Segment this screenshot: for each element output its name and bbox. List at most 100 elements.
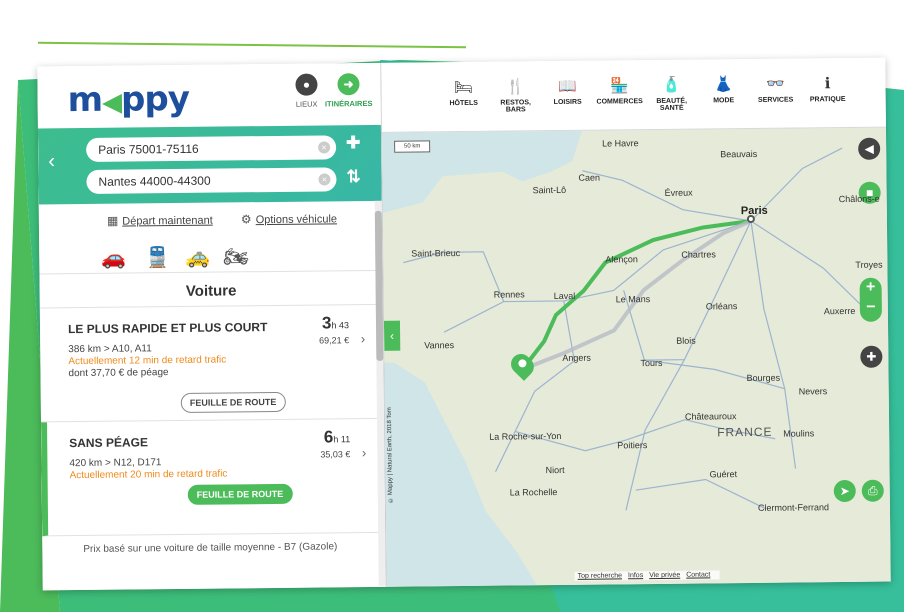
category-bottle[interactable]: 🧴 BEAUTÉ, SANTÉ — [647, 76, 695, 113]
roadmap-button-fastest[interactable]: FEUILLE DE ROUTE — [180, 391, 286, 413]
swap-route-icon[interactable]: ⇅ — [346, 167, 360, 187]
city-label: Bourges — [746, 372, 781, 384]
bottle-icon: 🧴 — [662, 76, 681, 94]
city-label: La Roche-sur-Yon — [489, 430, 562, 442]
logo-text-suffix: ppy — [120, 78, 190, 120]
glasses-icon: 👓 — [766, 75, 785, 93]
chevron-right-icon[interactable]: › — [362, 445, 367, 460]
city-label: Le Havre — [602, 138, 639, 149]
city-label: Orléans — [705, 301, 738, 312]
chevron-right-icon[interactable]: › — [361, 331, 366, 346]
map-footer-link[interactable]: Contact — [686, 571, 710, 578]
logo-text-m: m — [67, 79, 103, 121]
options-row: ▦ Départ maintenant ⚙ Options véhicule — [39, 201, 382, 235]
add-stop-icon[interactable]: ✚ — [346, 133, 360, 153]
sidebar: m◀ppy ● LIEUX ➜ ITINÉRAIRES ‹ × × ✚ ⇅ ▦D… — [37, 62, 387, 591]
category-book[interactable]: 📖 LOISIRS — [543, 77, 591, 107]
destination-input[interactable] — [86, 167, 337, 194]
map-panel: 🛏 HÔTELS 🍴 RESTOS, BARS 📖 LOISIRS 🏪 COMMERCES 🧴 B… — [381, 57, 891, 587]
destination-pin-dot — [518, 359, 527, 368]
mappy-logo[interactable]: m◀ppy — [67, 79, 189, 120]
category-glasses[interactable]: 👓 SERVICES — [751, 74, 799, 104]
zoom-out-icon[interactable]: − — [860, 298, 882, 318]
share-icon[interactable]: ➤ — [833, 479, 856, 503]
map-footer-link[interactable]: Top recherche — [578, 572, 622, 579]
zoom-in-icon[interactable]: + — [860, 278, 882, 298]
collapse-sidebar-icon[interactable]: ‹ — [383, 320, 401, 351]
dress-icon: 👗 — [714, 76, 733, 94]
map-scale: 50 km — [394, 140, 431, 153]
category-toolbar: 🛏 HÔTELS 🍴 RESTOS, BARS 📖 LOISIRS 🏪 COMMERCES 🧴 B… — [381, 57, 886, 133]
city-label: Châlons-e — [838, 193, 880, 205]
city-label: Châteauroux — [684, 411, 737, 422]
app-window: m◀ppy ● LIEUX ➜ ITINÉRAIRES ‹ × × ✚ ⇅ ▦D… — [37, 57, 891, 591]
result-title: LE PLUS RAPIDE ET PLUS COURT — [67, 320, 268, 337]
result-price: 35,03 € — [320, 449, 351, 460]
tab-itineraires-label: ITINÉRAIRES — [324, 98, 373, 109]
category-label: RESTOS, BARS — [500, 99, 532, 114]
city-label: Saint-Brieuc — [411, 248, 461, 259]
transport-modes: 🚗 🚆 🚕 🏍 — [39, 230, 383, 275]
category-label: PRATIQUE — [809, 95, 846, 104]
city-label: Nevers — [798, 386, 828, 397]
result-distance: 420 km > N12, D171 — [69, 457, 162, 470]
clear-destination-icon[interactable]: × — [318, 173, 331, 186]
map-copyright: © Mappy | Natural Earth, 2018 Tom — [386, 407, 394, 503]
result-minutes: h 11 — [333, 434, 351, 445]
category-info[interactable]: ℹ PRATIQUE — [803, 74, 851, 104]
origin-input[interactable] — [86, 135, 337, 162]
gear-icon: ⚙ — [240, 212, 252, 227]
taxi-mode-icon[interactable]: 🚕 — [185, 245, 210, 270]
category-dress[interactable]: 👗 MODE — [699, 75, 747, 105]
result-price: 69,21 € — [319, 335, 350, 346]
zoom-control[interactable]: + − — [859, 277, 882, 322]
map-footer-link[interactable]: Vie privée — [649, 572, 680, 579]
map-footer-link[interactable]: Infos — [628, 572, 643, 579]
city-label: Angers — [562, 352, 591, 363]
depart-now-link[interactable]: ▦ Départ maintenant — [107, 213, 213, 228]
clear-origin-icon[interactable]: × — [318, 141, 331, 154]
bed-icon: 🛏 — [453, 78, 474, 97]
info-icon: ℹ — [824, 75, 831, 93]
route-form: ‹ × × ✚ ⇅ — [37, 124, 382, 205]
result-minutes: h 43 — [331, 320, 350, 331]
city-label: Évreux — [664, 187, 693, 198]
city-label: Chartres — [681, 249, 716, 260]
motorbike-mode-icon[interactable]: 🏍 — [223, 244, 249, 269]
compass-icon[interactable]: ◀ — [858, 137, 881, 160]
directions-icon: ➜ — [337, 73, 360, 96]
map-footer-links: Top recherche Infos Vie privée Contact — [574, 570, 720, 581]
print-icon[interactable]: ⎙ — [861, 479, 884, 502]
result-hours: 6 — [323, 427, 334, 447]
category-label: COMMERCES — [596, 98, 643, 106]
calendar-icon: ▦ — [106, 213, 119, 228]
category-label: BEAUTÉ, SANTÉ — [656, 97, 688, 112]
map-base — [381, 127, 891, 587]
vehicle-options-link[interactable]: ⚙ Options véhicule — [241, 211, 337, 226]
roadmap-button-no-toll[interactable]: FEUILLE DE ROUTE — [187, 483, 293, 505]
logo-arrow-icon: ◀ — [101, 87, 122, 118]
route-result-fastest[interactable]: LE PLUS RAPIDE ET PLUS COURT 3h 43 69,21… — [39, 304, 384, 423]
category-bed[interactable]: 🛏 HÔTELS — [439, 78, 487, 108]
car-mode-icon[interactable]: 🚗 — [101, 246, 126, 271]
city-label: Vannes — [424, 340, 455, 351]
map-canvas[interactable]: 50 km ‹ © Mappy | Natural Earth, 2018 To… — [381, 127, 891, 587]
category-label: HÔTELS — [449, 99, 478, 108]
section-title: Voiture — [39, 270, 383, 309]
tab-itineraires[interactable]: ➜ ITINÉRAIRES — [313, 73, 383, 109]
result-distance: 386 km > A10, A11 — [68, 343, 152, 356]
city-label: Guéret — [709, 469, 738, 480]
back-chevron-icon[interactable]: ‹ — [48, 150, 55, 173]
result-toll: dont 37,70 € de péage — [68, 367, 169, 380]
result-title: SANS PÉAGE — [69, 435, 148, 451]
city-label: Caen — [578, 172, 601, 183]
train-mode-icon[interactable]: 🚆 — [145, 245, 170, 270]
category-shop[interactable]: 🏪 COMMERCES — [595, 76, 643, 106]
route-result-no-toll[interactable]: SANS PÉAGE 6h 11 35,03 € › 420 km > N12,… — [41, 418, 386, 537]
category-cutlery[interactable]: 🍴 RESTOS, BARS — [491, 77, 539, 114]
traffic-icon[interactable]: ✚ — [860, 345, 883, 368]
city-label: La Rochelle — [509, 487, 558, 498]
city-label: Tours — [640, 357, 663, 369]
header: m◀ppy ● LIEUX ➜ ITINÉRAIRES — [37, 62, 383, 129]
category-label: LOISIRS — [553, 98, 582, 107]
